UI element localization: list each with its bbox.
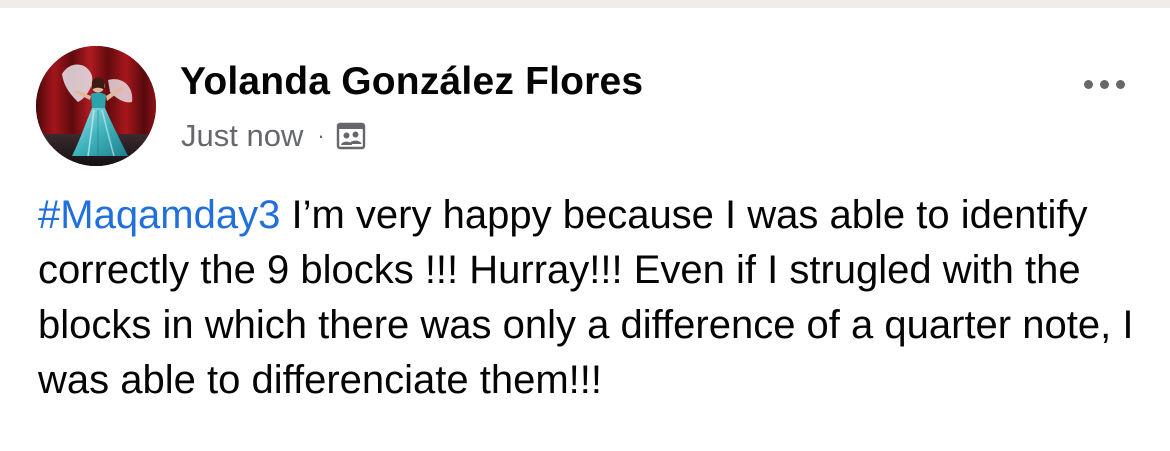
post-meta: Just now · bbox=[181, 118, 366, 154]
more-options-icon[interactable] bbox=[1076, 66, 1132, 102]
post-timestamp[interactable]: Just now bbox=[181, 118, 303, 154]
photo-album-icon[interactable] bbox=[336, 121, 366, 151]
avatar[interactable] bbox=[36, 46, 156, 166]
hashtag-link[interactable]: #Maqamday3 bbox=[38, 193, 280, 237]
more-options-dot bbox=[1083, 79, 1093, 89]
feed-divider bbox=[0, 0, 1170, 8]
avatar-image bbox=[36, 46, 156, 166]
more-options-dot bbox=[1099, 79, 1109, 89]
post-card: Yolanda González Flores Just now · #Maqa… bbox=[0, 8, 1170, 451]
author-name[interactable]: Yolanda González Flores bbox=[180, 60, 643, 104]
more-options-dot bbox=[1115, 79, 1125, 89]
meta-separator: · bbox=[317, 123, 325, 148]
post-text: #Maqamday3 I’m very happy because I was … bbox=[38, 188, 1138, 408]
